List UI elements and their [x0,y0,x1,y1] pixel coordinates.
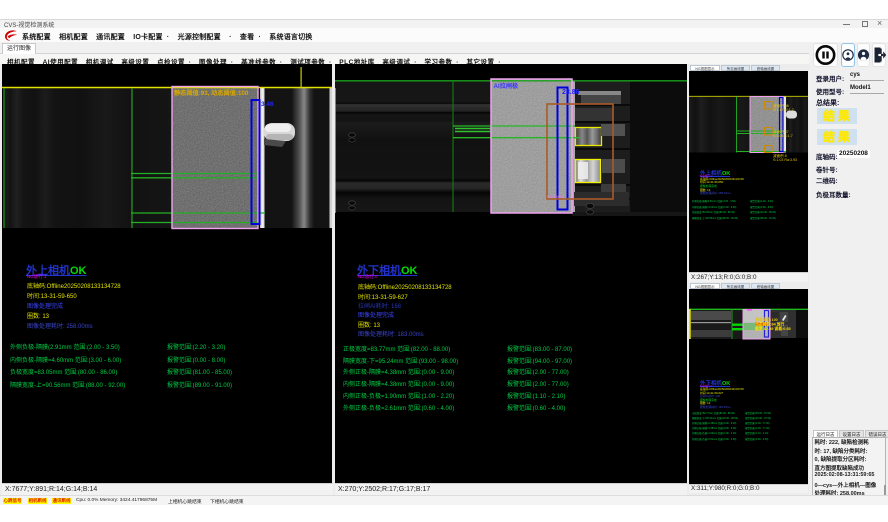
svg-text:S:1.47 W:1.7: S:1.47 W:1.7 [773,108,794,112]
svg-text:静态阈值:100: 静态阈值:100 [755,317,778,322]
svg-text:28.86: 28.86 [562,89,580,96]
svg-text:动态阈值:84 放行: 动态阈值:84 放行 [755,321,785,326]
svg-text:NL 9.98.9: NL 9.98.9 [547,194,565,199]
svg-text:S:3.05 S:1.7: S:3.05 S:1.7 [773,134,793,138]
svg-text:S:1.03 Ra:3.93: S:1.03 Ra:3.93 [773,158,797,162]
svg-text:静态阈值:93, 动态阈值:100: 静态阈值:93, 动态阈值:100 [174,89,249,97]
svg-text:膜宽:82.39 误差:0.65: 膜宽:82.39 误差:0.65 [754,326,791,331]
svg-text:AI拉闸极: AI拉闸极 [494,82,520,90]
svg-text:3.46: 3.46 [261,101,274,108]
